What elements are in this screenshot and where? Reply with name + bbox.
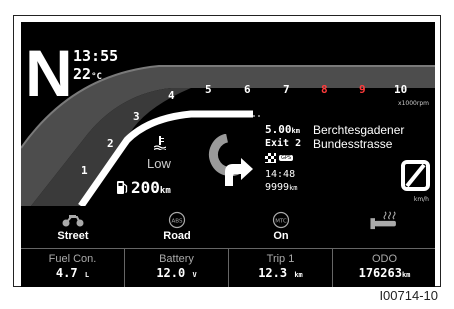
svg-text:ABS: ABS [172, 219, 183, 225]
coolant-status: Low [147, 156, 171, 171]
nav-arrival-time: 14:48 [265, 169, 296, 180]
info-trip-1-value: 12.3 km [258, 266, 303, 280]
heated-grip-mode[interactable] [333, 206, 435, 244]
ambient-temperature: 22°C [73, 65, 102, 83]
speed-no-signal-icon [401, 160, 430, 191]
mtc-mode[interactable]: MTC On [229, 206, 333, 244]
turn-arrow-icon [209, 134, 253, 186]
tach-label-1: 1 [81, 164, 88, 177]
svg-text:MTC: MTC [275, 219, 287, 225]
fuel-range: 200km [131, 178, 171, 197]
abs-mode[interactable]: ABS Road [125, 206, 229, 244]
tach-label-4: 4 [168, 89, 175, 102]
nav-street-line2: Bundesstrasse [313, 137, 393, 151]
speed-unit: km/h [413, 196, 429, 203]
info-trip-1: Trip 1 12.3 km [229, 250, 332, 287]
tach-label-10: 10 [394, 83, 408, 96]
tach-label-8: 8 [321, 83, 328, 96]
tach-label-3: 3 [133, 110, 140, 123]
nav-exit: Exit 2 [265, 138, 302, 149]
info-battery-label: Battery [159, 253, 194, 265]
tach-label-6: 6 [244, 83, 251, 96]
checkered-flag-icon [265, 153, 276, 163]
info-odometer-label: ODO [371, 253, 398, 265]
riding-mode[interactable]: Street [21, 206, 125, 244]
nav-street: Berchtesgadener Bundesstrasse [313, 123, 404, 151]
fuel-pump-icon [117, 181, 128, 194]
info-fuel-consumption-label: Fuel Con. [48, 253, 97, 265]
mtc-mode-label: On [273, 230, 289, 242]
gps-badge: GPS [279, 155, 294, 161]
abs-icon: ABS [168, 211, 186, 229]
info-odometer-value: 176263km [358, 266, 411, 280]
heated-grip-icon [370, 211, 396, 230]
tach-label-5: 5 [205, 83, 212, 96]
coolant-temperature-icon [154, 136, 166, 150]
nav-street-line1: Berchtesgadener [313, 123, 405, 137]
info-fuel-consumption-value: 4.7 L [55, 266, 90, 280]
tach-label-7: 7 [283, 83, 290, 96]
tach-label-2: 2 [107, 137, 114, 150]
info-battery: Battery 12.0 V [125, 250, 228, 287]
info-trip-1-label: Trip 1 [266, 253, 295, 265]
figure-caption: I00714-10 [379, 288, 438, 303]
riding-mode-label: Street [57, 230, 89, 242]
info-fuel-consumption: Fuel Con. 4.7 L [21, 250, 124, 287]
nav-remaining-distance: 9999km [265, 182, 298, 193]
abs-mode-label: Road [163, 230, 191, 242]
motorcycle-icon [62, 215, 84, 227]
info-battery-value: 12.0 V [156, 266, 197, 280]
tach-label-9: 9 [359, 83, 366, 96]
nav-distance: 5.00km [265, 123, 300, 136]
rpm-unit: x1000rpm [398, 100, 429, 107]
info-odometer: ODO 176263km [333, 250, 435, 287]
clock: 13:55 [73, 47, 119, 65]
gear-indicator: N [25, 36, 73, 110]
mtc-icon: MTC [272, 211, 290, 229]
instrument-display: N 13:55 22°C 1 2 3 4 5 6 7 8 9 10 x1000r… [21, 22, 435, 287]
